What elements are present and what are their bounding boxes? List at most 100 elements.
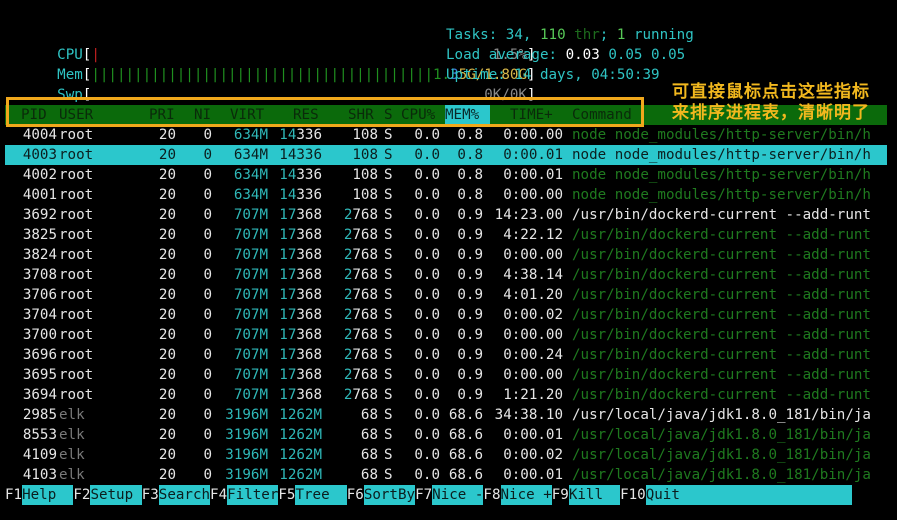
cell-shr: 2768 [343,247,378,263]
cell-res: 17368 [279,227,322,243]
process-row[interactable]: 3696 root 20 0 707M 17368 2768 S 0.0 0.9 0:00.24/u… [5,345,887,365]
cell-virt: 707M [233,327,268,343]
process-row[interactable]: 4004 root 20 0 634M 14336 108 S 0.0 0.8 0:00.00 nod… [5,125,887,145]
process-row[interactable]: 3824 root 20 0 707M 17368 2768 S 0.0 0.9 0:00.00/u… [5,245,887,265]
cell-cpu: 0.0 [414,167,440,183]
cell-ni: 0 [203,187,212,203]
process-row-selected[interactable]: 4003 root 20 0 634M 14336 108 S 0.0 0.8 0:00.01 nod… [5,145,887,165]
process-row[interactable]: 3704 root 20 0 707M 17368 2768 S 0.0 0.9 0:00.02/u… [5,305,887,325]
process-row[interactable]: 3700 root 20 0 707M 17368 2768 S 0.0 0.9 0:00.00/u… [5,325,887,345]
process-row[interactable]: 4002 root 20 0 634M 14336 108 S 0.0 0.8 0:00.01 nod… [5,165,887,185]
cell-res: 1262M [279,427,322,443]
cell-s: S [384,447,393,463]
fkey-label-kill[interactable]: Kill [568,485,621,505]
fkey-label-nice[interactable]: Nice - [432,485,484,505]
uptime-value: 14 days, 04:50:39 [514,67,660,83]
fkey-f6[interactable]: F6 [347,487,364,503]
column-res[interactable]: RES [293,105,319,125]
column-ni[interactable]: NI [194,105,211,125]
column-command[interactable]: Command [572,105,632,125]
cell-user: root [59,127,94,143]
cell-pri: 20 [158,347,176,363]
cell-virt: 707M [233,227,268,243]
fkey-f9[interactable]: F9 [552,487,569,503]
fkey-label-setup[interactable]: Setup [90,485,142,505]
fkey-label-sortby[interactable]: SortBy [363,485,416,505]
cell-ni: 0 [203,427,212,443]
fkey-label-search[interactable]: Search [158,485,211,505]
fkey-label-help[interactable]: Help [22,485,74,505]
cell-virt: 3196M [225,447,268,463]
process-row[interactable]: 8553 elk 20 0 3196M 1262M 68 S 0.0 68.6 0:00.01/us… [5,425,887,445]
column-cpu[interactable]: CPU% [401,105,435,125]
cell-pid: 3695 [22,367,57,383]
fkey-f2[interactable]: F2 [73,487,90,503]
cell-time: 0:00.00 [503,247,563,263]
cell-virt: 707M [233,347,268,363]
cell-virt: 634M [233,127,268,143]
cell-cmd: /usr/local/java/jdk1.8.0_181/bin/ja [572,447,871,463]
fkey-label-tree[interactable]: Tree [295,485,347,505]
load-15min: 0.05 [651,47,686,63]
process-row[interactable]: 3706 root 20 0 707M 17368 2768 S 0.0 0.9 4:01.20/u… [5,285,887,305]
cell-s: S [384,167,393,183]
cell-mem: 0.9 [457,327,483,343]
cell-pid: 3824 [22,247,57,263]
cell-cmd: /usr/bin/dockerd-current --add-runt [572,347,871,363]
process-row[interactable]: 2985 elk 20 0 3196M 1262M 68 S 0.0 68.6 34:38.10/u… [5,405,887,425]
cell-user: root [59,367,94,383]
cell-time: 0:00.01 [503,427,563,443]
cell-mem: 0.8 [457,167,483,183]
process-row[interactable]: 3708 root 20 0 707M 17368 2768 S 0.0 0.9 4:38.14/u… [5,265,887,285]
cell-time: 0:00.00 [503,327,563,343]
process-row[interactable]: 4109 elk 20 0 3196M 1262M 68 S 0.0 68.6 0:00.02/us… [5,445,887,465]
cell-res: 1262M [279,467,322,483]
fkey-f7[interactable]: F7 [415,487,432,503]
fkey-f8[interactable]: F8 [483,487,500,503]
cell-shr: 2768 [343,207,378,223]
cell-cpu: 0.0 [414,347,440,363]
column-user[interactable]: USER [59,105,93,125]
cell-res: 1262M [279,447,322,463]
column-state[interactable]: S [384,105,393,125]
process-row[interactable]: 3695 root 20 0 707M 17368 2768 S 0.0 0.9 0:00.00/u… [5,365,887,385]
cell-user: elk [59,467,85,483]
cell-time: 4:38.14 [503,267,563,283]
column-shr[interactable]: SHR [348,105,374,125]
cell-time: 0:00.00 [503,367,563,383]
cell-virt: 634M [233,187,268,203]
cell-time: 0:00.24 [503,347,563,363]
cell-time: 0:00.02 [503,447,563,463]
cell-res: 17368 [279,327,322,343]
fkey-f5[interactable]: F5 [278,487,295,503]
fkey-f4[interactable]: F4 [210,487,227,503]
process-row[interactable]: 3692 root 20 0 707M 17368 2768 S 0.0 0.9 14:23.00 /… [5,205,887,225]
process-row[interactable]: 4103 elk 20 0 3196M 1262M 68 S 0.0 68.6 0:00.01/us… [5,465,887,485]
fkey-f10[interactable]: F10 [620,487,646,503]
column-pri[interactable]: PRI [149,105,175,125]
cell-mem: 0.9 [457,387,483,403]
fkey-f1[interactable]: F1 [5,487,22,503]
fkey-label-quit[interactable]: Quit [645,485,852,505]
process-row[interactable]: 3825 root 20 0 707M 17368 2768 S 0.0 0.9 4:22.12/u… [5,225,887,245]
column-pid[interactable]: PID [21,105,47,125]
fkey-label-nice[interactable]: Nice + [500,485,552,505]
cell-s: S [384,347,393,363]
column-virt[interactable]: VIRT [230,105,264,125]
fkey-label-filter[interactable]: Filter [227,485,279,505]
cell-cmd: /usr/local/java/jdk1.8.0_181/bin/ja [572,427,871,443]
cell-time: 0:00.01 [503,467,563,483]
cell-ni: 0 [203,467,212,483]
column-mem-sorted[interactable]: MEM% [445,105,490,125]
process-row[interactable]: 3694 root 20 0 707M 17368 2768 S 0.0 0.9 1:21.20/u… [5,385,887,405]
cell-res: 17368 [279,307,322,323]
cell-virt: 707M [233,287,268,303]
cell-cpu: 0.0 [414,467,440,483]
process-row[interactable]: 4001 root 20 0 634M 14336 108 S 0.0 0.8 0:00.00 nod… [5,185,887,205]
fkey-f3[interactable]: F3 [142,487,159,503]
cell-cpu: 0.0 [414,307,440,323]
cell-pri: 20 [158,267,176,283]
cell-res: 17368 [279,247,322,263]
column-time[interactable]: TIME+ [510,105,553,125]
cell-s: S [384,467,393,483]
